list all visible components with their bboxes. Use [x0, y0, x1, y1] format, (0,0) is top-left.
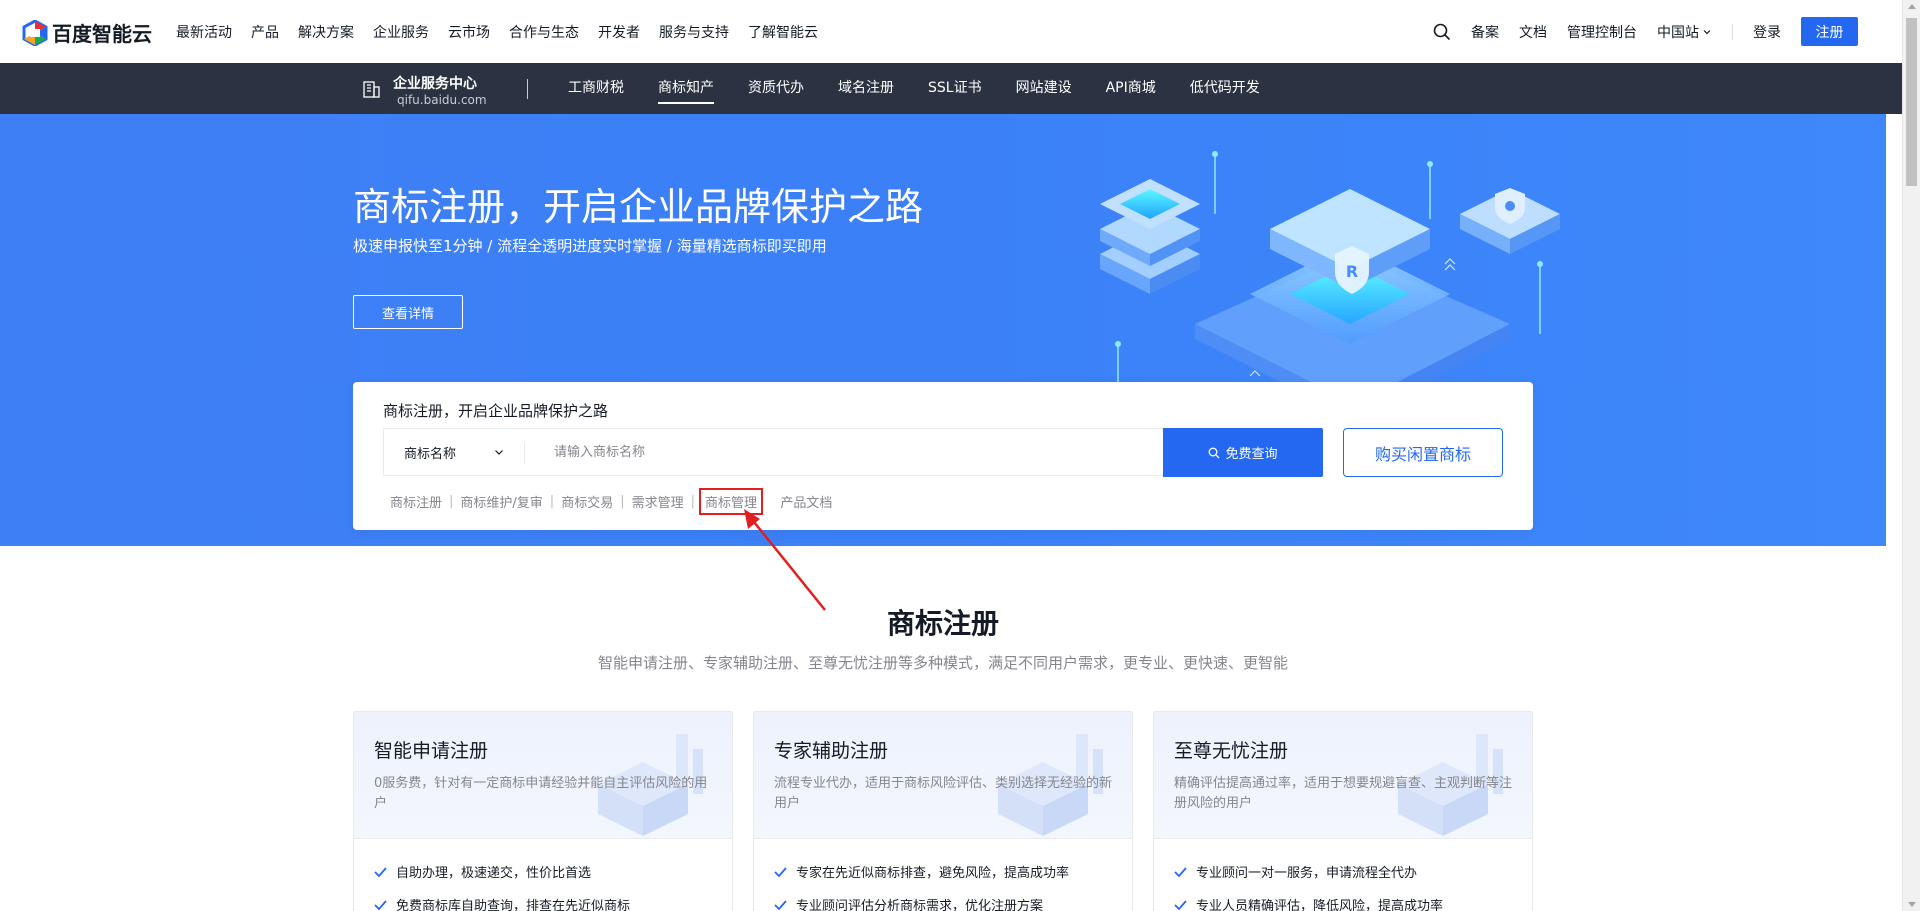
plan-card-header: 专家辅助注册 流程专业代办，适用于商标风险评估、类别选择无经验的新用户: [754, 712, 1132, 839]
plan-card-premium[interactable]: 至尊无忧注册 精确评估提高通过率，适用于想要规避盲查、主观判断等注册风险的用户 …: [1153, 711, 1533, 911]
search-box: 商标名称: [383, 428, 1163, 476]
docs-link[interactable]: 文档: [1519, 22, 1547, 42]
search-icon: [1209, 447, 1220, 458]
link-separator: |: [690, 494, 695, 509]
nav-item-enterprise-services[interactable]: 企业服务: [373, 22, 429, 42]
chevron-down-icon: [495, 450, 503, 455]
plan-title: 智能申请注册: [374, 740, 489, 762]
buy-idle-trademark-button[interactable]: 购买闲置商标: [1343, 428, 1503, 477]
check-icon: [1174, 866, 1187, 877]
subnav-item-business-tax[interactable]: 工商财税: [568, 63, 624, 114]
section-subtitle: 智能申请注册、专家辅助注册、至尊无忧注册等多种模式，满足不同用户需求，更专业、更…: [597, 654, 1288, 672]
search-card-title: 商标注册，开启企业品牌保护之路: [383, 402, 609, 420]
subnav-menu: 工商财税 商标知产 资质代办 域名注册 SSL证书 网站建设 API商城 低代码…: [568, 63, 1294, 114]
service-center-domain: qifu.baidu.com: [397, 93, 487, 107]
link-separator: |: [449, 494, 454, 509]
quick-link-demand[interactable]: 需求管理: [631, 492, 685, 511]
plan-feature-text: 专业顾问一对一服务，申请流程全代办: [1196, 866, 1418, 881]
region-label: 中国站: [1657, 24, 1699, 41]
service-center-title[interactable]: 企业服务中心: [393, 73, 477, 93]
plan-feature-text: 自助办理，极速递交，性价比首选: [396, 866, 592, 881]
trademark-search-card: 商标注册，开启企业品牌保护之路 商标名称 免费查询 购买闲置商标 商标注册 | …: [353, 382, 1533, 530]
check-icon: [774, 899, 787, 910]
plan-feature-text: 专业顾问评估分析商标需求，优化注册方案: [796, 899, 1044, 911]
section-title: 商标注册: [886, 607, 999, 640]
console-link[interactable]: 管理控制台: [1567, 22, 1637, 42]
svg-text:R: R: [1346, 262, 1358, 281]
subnav-item-lowcode[interactable]: 低代码开发: [1190, 63, 1260, 114]
top-navbar: 百度智能云 最新活动 产品 解决方案 企业服务 云市场 合作与生态 开发者 服务…: [0, 0, 1902, 63]
vertical-scrollbar[interactable]: [1902, 0, 1920, 911]
scroll-down-arrow-icon[interactable]: [1908, 902, 1916, 907]
quick-link-trading[interactable]: 商标交易: [560, 492, 614, 511]
link-separator: |: [620, 494, 625, 509]
login-link[interactable]: 登录: [1753, 22, 1781, 42]
main-menu: 最新活动 产品 解决方案 企业服务 云市场 合作与生态 开发者 服务与支持 了解…: [176, 0, 837, 63]
service-subnav: 企业服务中心 qifu.baidu.com 工商财税 商标知产 资质代办 域名注…: [0, 63, 1902, 114]
subnav-item-api-store[interactable]: API商城: [1106, 63, 1156, 114]
subnav-item-domain[interactable]: 域名注册: [838, 63, 894, 114]
search-type-select[interactable]: 商标名称: [404, 429, 504, 475]
link-separator: |: [549, 494, 555, 509]
search-icon[interactable]: [1433, 23, 1451, 41]
quick-link-maintenance[interactable]: 商标维护/复审: [459, 492, 543, 511]
nav-item-solutions[interactable]: 解决方案: [298, 22, 354, 42]
nav-divider: [1732, 24, 1733, 39]
plan-feature-text: 专业人员精确评估，降低风险，提高成功率: [1196, 899, 1444, 911]
check-icon: [374, 899, 387, 910]
region-selector[interactable]: 中国站: [1657, 22, 1712, 42]
brand-logo[interactable]: 百度智能云: [22, 18, 152, 47]
hero-subtitle: 极速申报快至1分钟 / 流程全透明进度实时掌握 / 海量精选商标即买即用: [353, 237, 827, 255]
check-icon: [774, 866, 787, 877]
plan-feature-text: 免费商标库自助查询，排查在先近似商标: [396, 899, 631, 911]
plan-feature: 专业人员精确评估，降低风险，提高成功率: [1174, 895, 1443, 911]
plan-card-expert[interactable]: 专家辅助注册 流程专业代办，适用于商标风险评估、类别选择无经验的新用户 专家在先…: [753, 711, 1133, 911]
nav-item-products[interactable]: 产品: [251, 22, 279, 42]
subnav-divider: [527, 79, 528, 99]
hero-title: 商标注册，开启企业品牌保护之路: [353, 185, 924, 229]
register-button[interactable]: 注册: [1801, 17, 1858, 46]
nav-item-marketplace[interactable]: 云市场: [448, 22, 490, 42]
plan-feature-text: 专家在先近似商标排查，避免风险，提高成功率: [796, 866, 1070, 881]
nav-item-developers[interactable]: 开发者: [598, 22, 640, 42]
nav-item-about[interactable]: 了解智能云: [748, 22, 818, 42]
search-type-value: 商标名称: [404, 446, 457, 462]
subnav-item-qualification[interactable]: 资质代办: [748, 63, 804, 114]
plan-card-header: 至尊无忧注册 精确评估提高通过率，适用于想要规避盲查、主观判断等注册风险的用户: [1154, 712, 1532, 839]
subnav-item-website[interactable]: 网站建设: [1016, 63, 1072, 114]
subnav-item-ssl[interactable]: SSL证书: [928, 63, 982, 114]
subnav-item-trademark[interactable]: 商标知产: [658, 63, 714, 114]
building-icon: [363, 81, 380, 98]
logo-icon: [22, 19, 48, 46]
nav-right-group: 备案 文档 管理控制台 中国站 登录 注册: [1433, 0, 1858, 63]
nav-item-activities[interactable]: 最新活动: [176, 22, 232, 42]
nav-item-partners[interactable]: 合作与生态: [509, 22, 579, 42]
plan-title: 专家辅助注册: [774, 740, 889, 762]
check-icon: [374, 866, 387, 877]
trademark-name-input[interactable]: [554, 429, 1144, 475]
scrollbar-thumb[interactable]: [1906, 18, 1917, 186]
view-details-button[interactable]: 查看详情: [353, 295, 463, 329]
logo-text: 百度智能云: [52, 22, 152, 46]
chevron-down-icon: [1703, 29, 1711, 34]
plan-feature: 自助办理，极速递交，性价比首选: [374, 862, 591, 881]
plan-feature: 免费商标库自助查询，排查在先近似商标: [374, 895, 630, 911]
filing-link[interactable]: 备案: [1471, 22, 1499, 42]
plan-description: 精确评估提高通过率，适用于想要规避盲查、主观判断等注册风险的用户: [1174, 776, 1513, 811]
plan-feature: 专业顾问一对一服务，申请流程全代办: [1174, 862, 1417, 881]
scroll-up-arrow-icon[interactable]: [1908, 4, 1916, 9]
quick-link-registration[interactable]: 商标注册: [389, 492, 443, 511]
nav-item-support[interactable]: 服务与支持: [659, 22, 729, 42]
plan-description: 0服务费，针对有一定商标申请经验并能自主评估风险的用户: [374, 776, 708, 811]
plan-description: 流程专业代办，适用于商标风险评估、类别选择无经验的新用户: [774, 776, 1113, 811]
check-icon: [1174, 899, 1187, 910]
free-query-button[interactable]: 免费查询: [1163, 428, 1323, 477]
plan-card-header: 智能申请注册 0服务费，针对有一定商标申请经验并能自主评估风险的用户: [354, 712, 732, 839]
plan-card-smart[interactable]: 智能申请注册 0服务费，针对有一定商标申请经验并能自主评估风险的用户 自助办理，…: [353, 711, 733, 911]
plan-feature: 专业顾问评估分析商标需求，优化注册方案: [774, 895, 1043, 911]
search-box-divider: [524, 442, 525, 464]
free-query-label: 免费查询: [1225, 447, 1278, 462]
plan-title: 至尊无忧注册: [1174, 740, 1289, 762]
plan-feature: 专家在先近似商标排查，避免风险，提高成功率: [774, 862, 1069, 881]
